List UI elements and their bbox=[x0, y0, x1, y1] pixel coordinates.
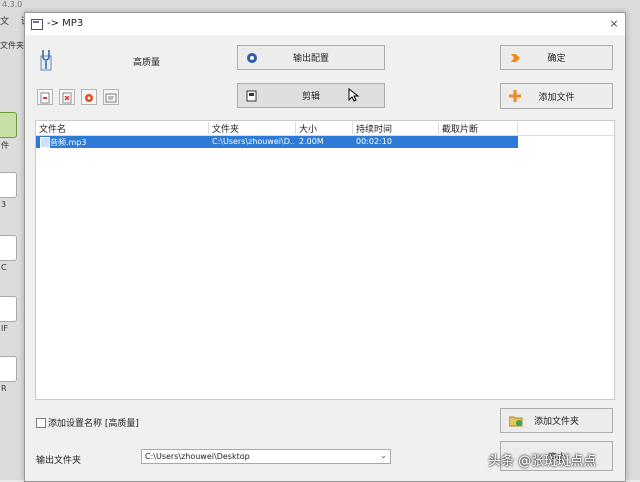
chevron-down-icon[interactable]: ⌄ bbox=[380, 451, 387, 460]
row-duration: 00:02:10 bbox=[356, 137, 392, 146]
column-header-name[interactable]: 文件名 bbox=[36, 122, 209, 135]
watermark: 头条 @张斑斑点点 bbox=[488, 454, 597, 469]
sidebar-item-label: 3 bbox=[1, 200, 7, 209]
remove-file-icon[interactable] bbox=[37, 89, 53, 105]
sidebar-item-r[interactable]: R bbox=[0, 356, 20, 396]
ok-button[interactable]: 确定 bbox=[500, 45, 613, 70]
table-row[interactable]: 音频.mp3 C:\Users\zhouwei\D... 2.00M 00:02… bbox=[36, 136, 518, 148]
output-folder-label: 输出文件夹 bbox=[36, 456, 82, 466]
file-icon bbox=[0, 356, 17, 382]
output-folder-value: C:\Users\zhouwei\Desktop bbox=[145, 452, 250, 461]
close-button[interactable]: × bbox=[607, 17, 621, 31]
file-icon bbox=[0, 296, 17, 322]
mouse-cursor-icon bbox=[348, 88, 360, 102]
sidebar-item-c[interactable]: C bbox=[0, 235, 20, 275]
column-header-segment[interactable]: 截取片断 bbox=[439, 122, 518, 135]
column-header-duration[interactable]: 持续时间 bbox=[353, 122, 439, 135]
tuning-fork-icon[interactable] bbox=[37, 48, 55, 72]
add-setting-name-label[interactable]: 添加设置名称 [高质量] bbox=[48, 416, 139, 429]
add-folder-button[interactable]: 添加文件夹 bbox=[500, 408, 613, 433]
background-app-tab[interactable]: 文件夹 bbox=[0, 40, 24, 51]
sidebar-item-label: C bbox=[1, 263, 7, 272]
column-header-folder[interactable]: 文件夹 bbox=[209, 122, 296, 135]
add-setting-name-checkbox[interactable] bbox=[36, 418, 46, 428]
sidebar-item-label: IF bbox=[1, 324, 8, 333]
sidebar-item-label: 件 bbox=[1, 141, 9, 150]
row-size: 2.00M bbox=[299, 137, 324, 146]
add-file-button[interactable]: 添加文件 bbox=[500, 83, 613, 109]
file-icon bbox=[0, 172, 17, 198]
row-file-name: 音频.mp3 bbox=[50, 138, 87, 147]
file-icon bbox=[0, 235, 17, 261]
audio-file-icon bbox=[40, 137, 50, 148]
sidebar-item-if[interactable]: IF bbox=[0, 296, 20, 336]
background-app-version: 4.3.0 bbox=[2, 0, 23, 9]
window-icon bbox=[31, 19, 43, 30]
add-folder-label: 添加文件夹 bbox=[533, 417, 579, 427]
column-header-size[interactable]: 大小 bbox=[296, 122, 353, 135]
sidebar-item-label: R bbox=[1, 384, 7, 393]
play-icon[interactable] bbox=[81, 89, 97, 105]
quality-label: 高质量 bbox=[133, 58, 161, 68]
clip-button[interactable]: 剪辑 bbox=[237, 83, 385, 108]
file-list-header: 文件名 文件夹 大小 持续时间 截取片断 bbox=[36, 121, 614, 136]
info-icon[interactable] bbox=[103, 89, 119, 105]
clip-label: 剪辑 bbox=[301, 92, 320, 102]
output-config-button[interactable]: 输出配置 bbox=[237, 45, 385, 70]
dialog-titlebar[interactable]: -> MP3 × bbox=[25, 13, 625, 35]
sidebar-item-mp3[interactable]: 3 bbox=[0, 172, 20, 212]
background-menu-item[interactable]: 文 bbox=[0, 17, 9, 27]
output-config-label: 输出配置 bbox=[292, 54, 329, 64]
add-file-label: 添加文件 bbox=[538, 92, 575, 103]
background-sidebar: 件 3 C IF R bbox=[0, 100, 22, 480]
mp3-dialog: -> MP3 × 高质量 输出配置 剪辑 确定 添加文件 文件名 文件夹 大小 … bbox=[24, 12, 626, 482]
sidebar-item-audio[interactable]: 件 bbox=[0, 112, 20, 152]
ok-label: 确定 bbox=[547, 54, 566, 64]
clear-list-icon[interactable] bbox=[59, 89, 75, 105]
dialog-title: -> MP3 bbox=[47, 18, 84, 29]
row-folder: C:\Users\zhouwei\D... bbox=[212, 137, 294, 146]
music-icon bbox=[0, 112, 17, 138]
output-folder-select[interactable]: C:\Users\zhouwei\Desktop ⌄ bbox=[141, 449, 391, 464]
file-list[interactable]: 文件名 文件夹 大小 持续时间 截取片断 音频.mp3 C:\Users\zho… bbox=[35, 120, 615, 400]
